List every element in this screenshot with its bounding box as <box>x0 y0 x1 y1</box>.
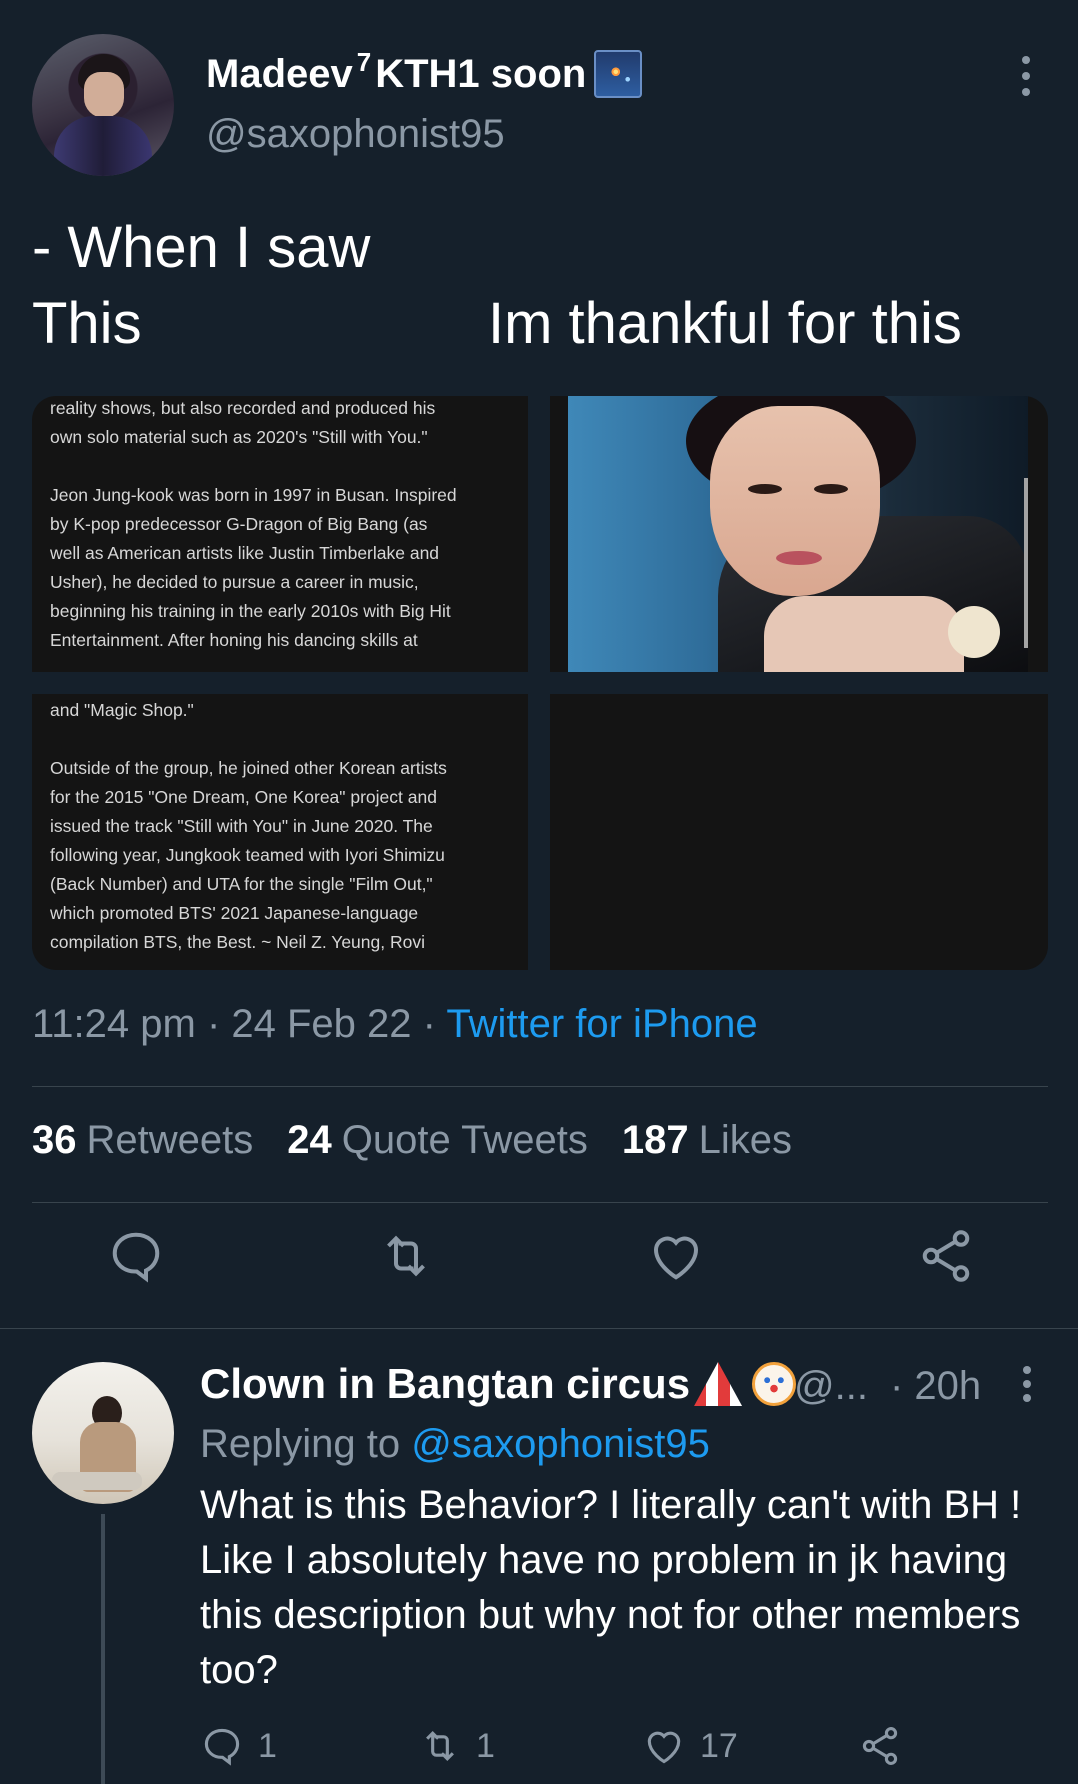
reply-actions: 1 1 17 <box>200 1724 1040 1772</box>
quote-tweets-stat[interactable]: 24 Quote Tweets <box>287 1118 588 1163</box>
photo-eye-left <box>748 484 782 494</box>
divider <box>32 1202 1048 1203</box>
tweet-actions <box>32 1226 1048 1306</box>
media-grid[interactable]: reality shows, but also recorded and pro… <box>32 396 1048 970</box>
author-name-superscript: 7 <box>356 46 372 77</box>
tweet-date[interactable]: 24 Feb 22 <box>231 1002 411 1046</box>
tweet-stats: 36 Retweets 24 Quote Tweets 187 Likes <box>32 1118 792 1163</box>
meta-separator: · <box>422 1002 447 1046</box>
thread-line <box>101 1514 105 1784</box>
divider <box>32 1086 1048 1087</box>
avatar-suit <box>54 116 152 176</box>
circus-tent-emoji <box>694 1362 743 1406</box>
photo-face <box>710 406 880 596</box>
tweet-text-line2: This <box>32 291 142 356</box>
media-1-text: reality shows, but also recorded and pro… <box>50 398 457 650</box>
reply-share-button[interactable] <box>858 1724 902 1768</box>
avatar-legs <box>52 1472 142 1490</box>
media-image-4[interactable] <box>550 694 1048 970</box>
retweet-count: 1 <box>476 1726 495 1765</box>
like-icon <box>647 1731 681 1764</box>
replying-to: Replying to @saxophonist95 <box>200 1422 710 1467</box>
section-divider <box>0 1328 1078 1329</box>
reply-author-name[interactable]: Clown in Bangtan circus <box>200 1360 797 1408</box>
retweet-icon <box>426 1730 454 1762</box>
photo-scrollbar <box>1024 478 1028 648</box>
tweet-text-line1: - When I saw <box>32 215 371 280</box>
retweets-stat[interactable]: 36 Retweets <box>32 1118 253 1163</box>
author-avatar[interactable] <box>32 34 174 176</box>
share-icon[interactable] <box>916 1226 976 1286</box>
author-handle[interactable]: @saxophonist95 <box>206 112 505 157</box>
author-name-suffix: KTH1 soon <box>375 51 587 96</box>
photo-ball <box>948 606 1000 658</box>
tweet-text-right: Im thankful for this <box>488 291 962 356</box>
reply-author-handle[interactable]: @... <box>794 1364 868 1409</box>
photo-hand <box>764 596 964 672</box>
share-icon <box>862 1727 898 1765</box>
reply-count: 1 <box>258 1726 277 1765</box>
meta-separator: · <box>206 1002 232 1046</box>
like-icon[interactable] <box>646 1226 706 1286</box>
reply-time[interactable]: · 20h <box>890 1364 981 1409</box>
likes-stat[interactable]: 187 Likes <box>622 1118 792 1163</box>
tweet-text: - When I saw This <box>32 210 370 362</box>
like-count: 17 <box>700 1726 738 1765</box>
more-vertical-icon[interactable] <box>1016 56 1036 96</box>
reply-retweet-button[interactable]: 1 <box>418 1724 495 1768</box>
clown-emoji <box>752 1362 797 1406</box>
photo-lips <box>776 551 822 565</box>
reply-icon[interactable] <box>106 1226 166 1286</box>
tweet-time[interactable]: 11:24 pm <box>32 1002 196 1046</box>
tweet-meta: 11:24 pm · 24 Feb 22 · Twitter for iPhon… <box>32 1002 758 1047</box>
reply-name-text: Clown in Bangtan circus <box>200 1360 691 1407</box>
media-image-2[interactable] <box>550 396 1048 672</box>
photo-eye-right <box>814 484 848 494</box>
replying-to-mention[interactable]: @saxophonist95 <box>411 1422 710 1466</box>
replying-prefix: Replying to <box>200 1422 401 1466</box>
avatar-face <box>84 72 124 118</box>
reply-like-button[interactable]: 17 <box>642 1724 738 1768</box>
tweet-source-link[interactable]: Twitter for iPhone <box>446 1002 757 1046</box>
more-vertical-icon[interactable] <box>1018 1366 1036 1402</box>
fireworks-emoji <box>594 50 643 98</box>
reply-reply-button[interactable]: 1 <box>200 1724 277 1768</box>
media-image-3[interactable]: and "Magic Shop." Outside of the group, … <box>32 694 528 970</box>
reply-author-avatar[interactable] <box>32 1362 174 1504</box>
portrait-photo <box>568 396 1028 672</box>
reply-icon <box>204 1728 240 1766</box>
author-name-text: Madeev <box>206 51 353 96</box>
author-display-name[interactable]: Madeev 7 KTH1 soon <box>206 46 643 98</box>
retweet-icon[interactable] <box>376 1226 436 1286</box>
media-3-text: and "Magic Shop." Outside of the group, … <box>50 700 447 952</box>
reply-text: What is this Behavior? I literally can't… <box>200 1483 1022 1692</box>
media-image-1[interactable]: reality shows, but also recorded and pro… <box>32 396 528 672</box>
